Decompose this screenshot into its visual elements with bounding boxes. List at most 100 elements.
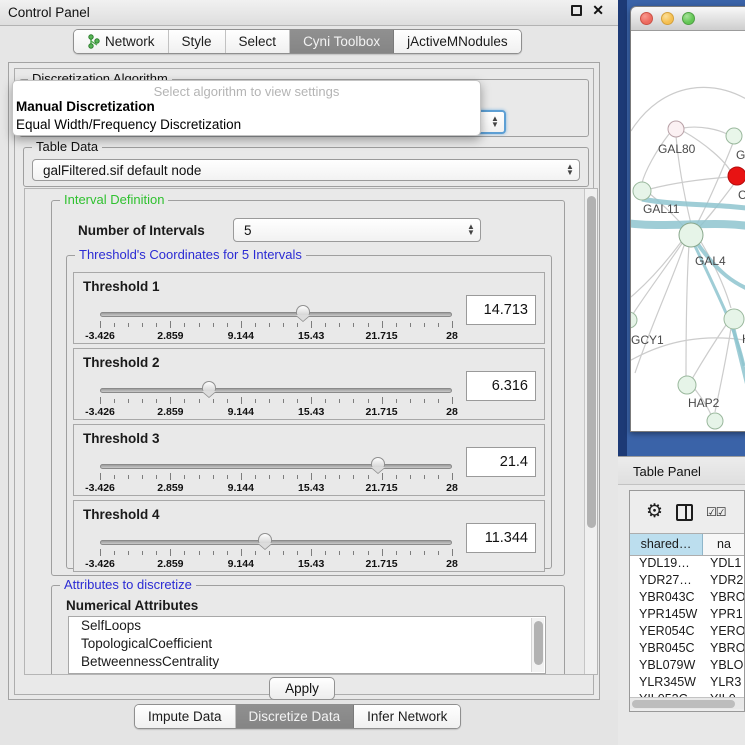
column-header-name[interactable]: na xyxy=(703,534,744,555)
app-root: Control Panel ✕ Network xyxy=(0,0,745,745)
right-pane: GAL80 GA C GAL11 GAL4 GCY1 H HAP2 Table … xyxy=(618,0,745,745)
settings-scrollbar-thumb[interactable] xyxy=(587,196,596,528)
table-row[interactable]: YBR043CYBRO xyxy=(630,590,744,607)
number-of-intervals-combo[interactable]: 5 ▲▼ xyxy=(233,218,481,242)
slider-tick-marks xyxy=(100,321,452,329)
dropdown-item-equal-width-frequency[interactable]: Equal Width/Frequency Discretization xyxy=(13,117,480,135)
node-label: GA xyxy=(736,148,745,162)
table-panel: ⚙ ☑☑ shared… na YDL19…YDL1 YDR27…YDR2 YB… xyxy=(629,490,745,712)
table-row[interactable]: YBL079WYBLO xyxy=(630,658,744,675)
threshold-4-value-field[interactable] xyxy=(466,523,536,553)
list-scrollbar[interactable] xyxy=(531,618,544,672)
tab-style[interactable]: Style xyxy=(169,30,226,53)
bottom-tab-bar: Impute Data Discretize Data Infer Networ… xyxy=(134,704,461,729)
threshold-3-value-field[interactable] xyxy=(466,447,536,477)
slider-handle[interactable] xyxy=(296,305,310,315)
node-gal4[interactable] xyxy=(679,223,703,247)
table-panel-titlebar: Table Panel xyxy=(618,456,745,485)
list-scrollbar-thumb[interactable] xyxy=(534,621,543,665)
bottom-tab-strip: Impute Data Discretize Data Infer Networ… xyxy=(0,700,618,745)
threshold-4-panel: Threshold 4 -3.4262.8599.14415.4321.7152… xyxy=(73,500,545,572)
network-desktop: GAL80 GA C GAL11 GAL4 GCY1 H HAP2 xyxy=(618,0,745,456)
discretize-settings-panel: Discretization Algorithm ▲▼ Table Data g… xyxy=(14,68,594,695)
settings-scrollbar[interactable] xyxy=(584,189,597,674)
node-label: GAL11 xyxy=(643,202,680,216)
float-panel-icon[interactable] xyxy=(571,5,582,16)
numerical-attributes-label: Numerical Attributes xyxy=(66,598,198,613)
cyni-toolbox-panel: Discretization Algorithm ▲▼ Table Data g… xyxy=(8,62,600,700)
node-bottom[interactable] xyxy=(707,413,723,429)
number-of-intervals-value: 5 xyxy=(234,223,462,238)
tab-cyni-toolbox[interactable]: Cyni Toolbox xyxy=(290,30,394,53)
tab-network[interactable]: Network xyxy=(74,30,169,53)
close-icon[interactable]: ✕ xyxy=(592,5,604,16)
node-gal11[interactable] xyxy=(633,182,651,200)
list-item[interactable]: BetweennessCentrality xyxy=(69,653,545,671)
thresholds-group: Threshold's Coordinates for 5 Intervals … xyxy=(66,255,552,569)
split-columns-icon[interactable] xyxy=(676,504,693,521)
threshold-2-value-field[interactable] xyxy=(466,371,536,401)
slider-handle[interactable] xyxy=(202,381,216,391)
algorithm-dropdown-popup: Select algorithm to view settings Manual… xyxy=(12,80,481,136)
table-scrollbar-thumb[interactable] xyxy=(632,700,735,708)
node-top-right[interactable] xyxy=(726,128,742,144)
table-row[interactable]: YLR345WYLR3 xyxy=(630,675,744,692)
node-gal80[interactable] xyxy=(668,121,684,137)
slider-track[interactable] xyxy=(100,388,452,393)
tab-impute-data[interactable]: Impute Data xyxy=(135,705,236,728)
minimize-traffic-light-icon[interactable] xyxy=(661,12,674,25)
slider-tick-marks xyxy=(100,397,452,405)
slider-track[interactable] xyxy=(100,540,452,545)
table-row[interactable]: YPR145WYPR1 xyxy=(630,607,744,624)
slider-tick-marks xyxy=(100,473,452,481)
panel-divider[interactable] xyxy=(618,0,627,456)
node-gcy1[interactable] xyxy=(631,312,637,328)
threshold-4-label: Threshold 4 xyxy=(83,507,160,522)
threshold-2-panel: Threshold 2 -3.4262.8599.14415.4321.7152… xyxy=(73,348,545,420)
network-canvas[interactable]: GAL80 GA C GAL11 GAL4 GCY1 H HAP2 xyxy=(631,31,745,432)
list-item[interactable]: SelfLoops xyxy=(69,617,545,635)
checkbox-icons[interactable]: ☑☑ xyxy=(706,505,726,519)
threshold-1-label: Threshold 1 xyxy=(83,279,160,294)
node-highlighted-red[interactable] xyxy=(728,167,745,185)
slider-handle[interactable] xyxy=(371,457,385,467)
threshold-3-slider[interactable]: -3.4262.8599.14415.4321.71528 xyxy=(100,459,452,493)
list-item[interactable]: TopologicalCoefficient xyxy=(69,635,545,653)
slider-handle[interactable] xyxy=(258,533,272,543)
threshold-1-value-field[interactable] xyxy=(466,295,536,325)
node-right-mid[interactable] xyxy=(724,309,744,329)
table-row[interactable]: YBR045CYBRO xyxy=(630,641,744,658)
apply-button[interactable]: Apply xyxy=(269,677,335,700)
control-panel-titlebar: Control Panel ✕ xyxy=(0,0,618,26)
table-row[interactable]: YDR27…YDR2 xyxy=(630,573,744,590)
slider-tick-labels: -3.4262.8599.14415.4321.71528 xyxy=(100,558,452,570)
table-data-group: Table Data galFiltered.sif default node … xyxy=(23,147,589,187)
slider-track[interactable] xyxy=(100,312,452,317)
table-row[interactable]: YDL19…YDL1 xyxy=(630,556,744,573)
column-header-shared[interactable]: shared… xyxy=(630,534,703,555)
dropdown-item-manual-discretization[interactable]: Manual Discretization xyxy=(13,99,480,117)
table-row[interactable]: YER054CYERO xyxy=(630,624,744,641)
network-window-titlebar xyxy=(631,7,745,31)
gear-icon[interactable]: ⚙ xyxy=(646,503,663,521)
tab-discretize-data[interactable]: Discretize Data xyxy=(236,705,355,728)
tab-jactivemnodules[interactable]: jActiveMNodules xyxy=(394,30,521,53)
interval-definition-title: Interval Definition xyxy=(60,192,168,207)
threshold-4-slider[interactable]: -3.4262.8599.14415.4321.71528 xyxy=(100,535,452,569)
zoom-traffic-light-icon[interactable] xyxy=(682,12,695,25)
node-label: GAL4 xyxy=(695,254,726,268)
attributes-group: Attributes to discretize Numerical Attri… xyxy=(51,585,565,675)
table-horizontal-scrollbar[interactable] xyxy=(630,697,744,709)
threshold-1-slider[interactable]: -3.4262.8599.14415.4321.71528 xyxy=(100,307,452,341)
network-window[interactable]: GAL80 GA C GAL11 GAL4 GCY1 H HAP2 xyxy=(630,6,745,432)
slider-tick-marks xyxy=(100,549,452,557)
close-traffic-light-icon[interactable] xyxy=(640,12,653,25)
node-hap2[interactable] xyxy=(678,376,696,394)
node-label: GAL80 xyxy=(658,142,696,156)
threshold-2-slider[interactable]: -3.4262.8599.14415.4321.71528 xyxy=(100,383,452,417)
tab-infer-network[interactable]: Infer Network xyxy=(354,705,460,728)
table-data-value: galFiltered.sif default node xyxy=(33,163,561,178)
slider-track[interactable] xyxy=(100,464,452,469)
tab-select[interactable]: Select xyxy=(226,30,291,53)
table-data-combo[interactable]: galFiltered.sif default node ▲▼ xyxy=(32,159,580,181)
